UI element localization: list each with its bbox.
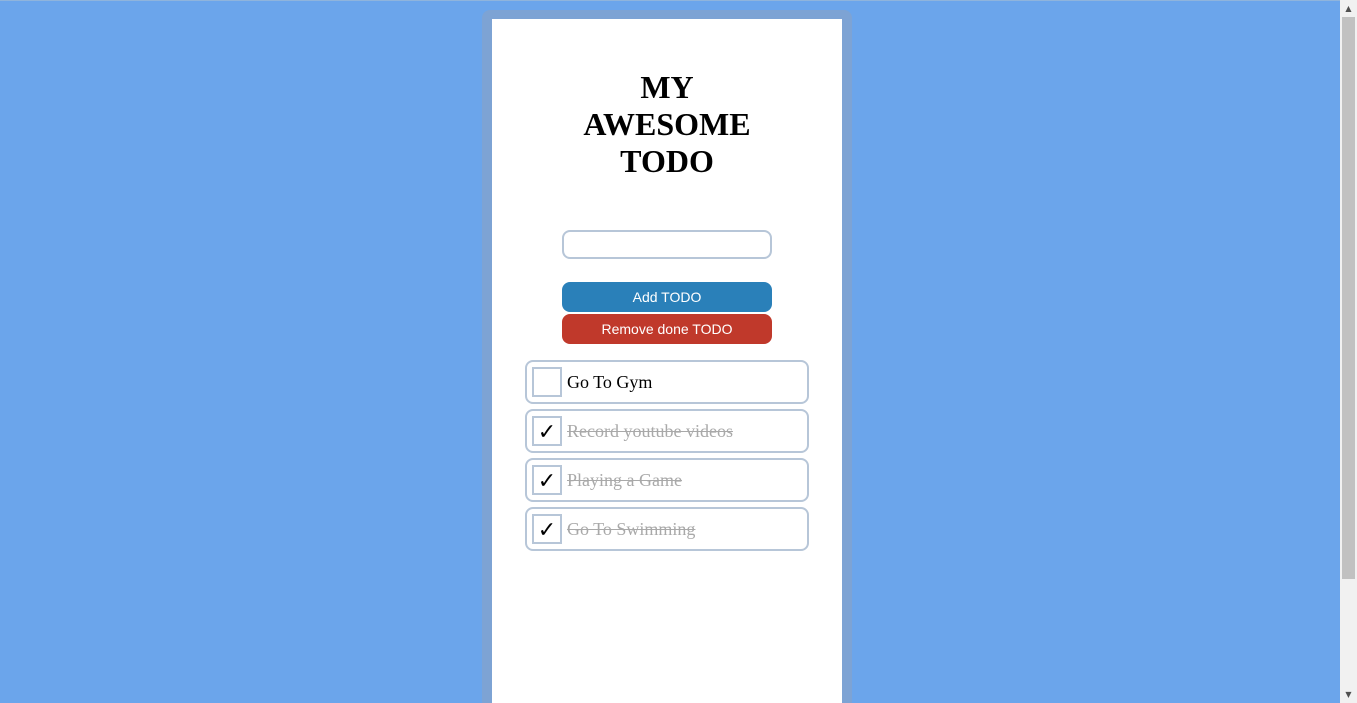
todo-card: MY AWESOME TODO Add TODO Remove done TOD… <box>492 19 842 703</box>
todo-text: Go To Swimming <box>567 519 696 539</box>
todo-text: Go To Gym <box>567 372 653 392</box>
todo-checkbox[interactable]: ✓ <box>532 465 562 495</box>
check-icon: ✓ <box>537 469 557 494</box>
remove-done-todo-button[interactable]: Remove done TODO <box>562 314 772 344</box>
todo-checkbox[interactable] <box>532 367 562 397</box>
add-todo-button[interactable]: Add TODO <box>562 282 772 312</box>
todo-item: Go To Gym <box>525 360 809 404</box>
app-title: MY AWESOME TODO <box>583 69 751 179</box>
todo-item: ✓ Playing a Game <box>525 458 809 502</box>
todo-list: Go To Gym ✓ Record youtube videos ✓ Play… <box>525 360 809 556</box>
check-icon: ✓ <box>537 420 557 445</box>
todo-item: ✓ Go To Swimming <box>525 507 809 551</box>
scroll-down-arrow-icon[interactable]: ▼ <box>1340 686 1357 703</box>
scrollbar-thumb[interactable] <box>1342 17 1355 579</box>
todo-text: Playing a Game <box>567 470 682 490</box>
todo-text: Record youtube videos <box>567 421 733 441</box>
todo-item: ✓ Record youtube videos <box>525 409 809 453</box>
scroll-up-arrow-icon[interactable]: ▲ <box>1340 0 1357 17</box>
page-top-border <box>0 0 1340 1</box>
vertical-scrollbar[interactable]: ▲ ▼ <box>1340 0 1357 703</box>
todo-checkbox[interactable]: ✓ <box>532 514 562 544</box>
check-icon <box>534 369 560 395</box>
check-icon: ✓ <box>537 518 557 543</box>
todo-checkbox[interactable]: ✓ <box>532 416 562 446</box>
todo-input[interactable] <box>562 230 772 259</box>
